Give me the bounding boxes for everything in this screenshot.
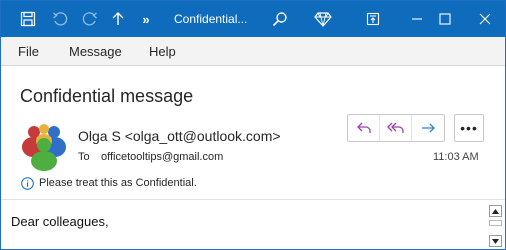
menu-file[interactable]: File (18, 37, 39, 66)
overflow-chevron-icon[interactable]: » (139, 1, 153, 37)
forward-button[interactable] (412, 115, 444, 141)
close-icon[interactable] (467, 1, 503, 37)
diamond-icon[interactable] (312, 1, 334, 37)
outlook-message-window: » Confidential... File Message Help Conf… (0, 0, 506, 250)
reply-all-icon (386, 122, 404, 133)
to-label: To (78, 151, 90, 163)
info-icon (21, 177, 34, 190)
avatar (19, 121, 69, 171)
save-icon[interactable] (17, 1, 39, 37)
forward-icon (422, 123, 435, 133)
search-icon[interactable] (269, 1, 291, 37)
scroll-thumb[interactable] (489, 220, 502, 226)
message-body[interactable]: Dear colleagues, (11, 214, 109, 229)
menu-message[interactable]: Message (69, 37, 122, 66)
menu-help[interactable]: Help (149, 37, 176, 66)
reply-all-button[interactable] (380, 115, 412, 141)
reply-button[interactable] (348, 115, 380, 141)
restore-icon[interactable] (355, 1, 391, 37)
scroll-up-icon[interactable] (489, 205, 502, 217)
info-bar-text: Please treat this as Confidential. (39, 177, 197, 189)
window-title: Confidential... (174, 12, 248, 26)
menu-bar: File Message Help (1, 37, 505, 66)
up-arrow-icon[interactable] (109, 1, 127, 37)
reply-icon (356, 122, 371, 133)
vertical-scrollbar[interactable] (488, 205, 503, 249)
redo-icon[interactable] (79, 1, 101, 37)
header-divider (1, 199, 505, 200)
recipient-address[interactable]: officetooltips@gmail.com (101, 151, 223, 163)
title-bar: » Confidential... (1, 1, 505, 37)
received-time: 11:03 AM (433, 151, 479, 163)
maximize-icon[interactable] (427, 1, 463, 37)
more-actions-button[interactable]: ••• (454, 114, 484, 142)
sender-name[interactable]: Olga S <olga_ott@outlook.com> (78, 128, 281, 144)
scroll-down-icon[interactable] (489, 235, 502, 247)
undo-icon[interactable] (49, 1, 71, 37)
reply-actions-group (347, 114, 445, 142)
message-subject: Confidential message (20, 86, 194, 106)
